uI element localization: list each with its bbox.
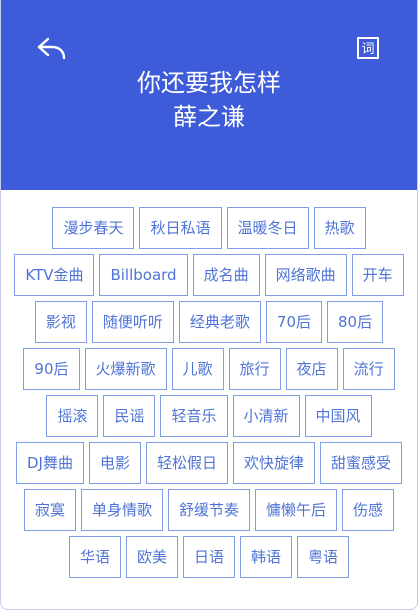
tag-button[interactable]: 电影 <box>88 442 141 484</box>
tag-button[interactable]: 小清新 <box>232 395 300 437</box>
tag-button[interactable]: Billboard <box>99 254 188 296</box>
tag-button[interactable]: 欢快旋律 <box>232 442 315 484</box>
tag-button[interactable]: 日语 <box>182 536 235 578</box>
tag-button[interactable]: 民谣 <box>103 395 156 437</box>
tag-button[interactable]: 粤语 <box>297 536 350 578</box>
tag-button[interactable]: 摇滚 <box>46 395 99 437</box>
tag-button[interactable]: 慵懒午后 <box>255 489 338 531</box>
lyrics-glyph: 词 <box>361 42 374 57</box>
tag-button[interactable]: 热歌 <box>313 207 366 249</box>
tag-button[interactable]: 旅行 <box>228 348 281 390</box>
tag-row: KTV金曲 Billboard 成名曲 网络歌曲 开车 <box>1 254 417 296</box>
tag-row: 寂寞 单身情歌 舒缓节奏 慵懒午后 伤感 <box>1 489 417 531</box>
tag-button[interactable]: 漫步春天 <box>52 207 135 249</box>
tag-button[interactable]: KTV金曲 <box>14 254 95 296</box>
song-info: 你还要我怎样 薛之谦 <box>1 66 417 134</box>
tag-button[interactable]: 成名曲 <box>192 254 260 296</box>
tag-button[interactable]: 80后 <box>327 301 384 343</box>
song-title: 你还要我怎样 <box>137 69 281 97</box>
lyrics-icon[interactable]: 词 <box>357 37 379 59</box>
tag-button[interactable]: 开车 <box>351 254 404 296</box>
tag-row: 90后 火爆新歌 儿歌 旅行 夜店 流行 <box>1 348 417 390</box>
tag-row: 影视 随便听听 经典老歌 70后 80后 <box>1 301 417 343</box>
tag-button[interactable]: 华语 <box>68 536 121 578</box>
tag-button[interactable]: 伤感 <box>342 489 395 531</box>
artist-name: 薛之谦 <box>173 103 245 131</box>
tag-button[interactable]: 甜蜜感受 <box>320 442 403 484</box>
tag-button[interactable]: 秋日私语 <box>139 207 222 249</box>
tag-button[interactable]: 经典老歌 <box>178 301 261 343</box>
tag-button[interactable]: 舒缓节奏 <box>167 489 250 531</box>
tag-button[interactable]: 夜店 <box>285 348 338 390</box>
tag-row: 漫步春天 秋日私语 温暖冬日 热歌 <box>1 207 417 249</box>
tag-button[interactable]: 随便听听 <box>91 301 174 343</box>
tag-button[interactable]: 中国风 <box>304 395 372 437</box>
tag-button[interactable]: 流行 <box>342 348 395 390</box>
tag-button[interactable]: 单身情歌 <box>80 489 163 531</box>
tag-button[interactable]: 轻音乐 <box>160 395 228 437</box>
tag-row: 华语 欧美 日语 韩语 粤语 <box>1 536 417 578</box>
tag-button[interactable]: DJ舞曲 <box>15 442 84 484</box>
tag-button[interactable]: 火爆新歌 <box>84 348 167 390</box>
song-header: 词 你还要我怎样 薛之谦 <box>1 0 417 190</box>
tag-button[interactable]: 轻松假日 <box>145 442 228 484</box>
tag-button[interactable]: 温暖冬日 <box>226 207 309 249</box>
tag-list: 漫步春天 秋日私语 温暖冬日 热歌 KTV金曲 Billboard 成名曲 网络歌曲 开车 影视随… <box>1 207 417 583</box>
tag-button[interactable]: 寂寞 <box>23 489 76 531</box>
back-icon[interactable] <box>35 34 69 64</box>
tag-button[interactable]: 儿歌 <box>171 348 224 390</box>
tag-button[interactable]: 影视 <box>34 301 87 343</box>
song-tag-panel: 词 你还要我怎样 薛之谦 漫步春天 秋日私语 温暖冬日 热歌 KTV金曲 Billboar… <box>0 0 418 610</box>
tag-button[interactable]: 网络歌曲 <box>264 254 347 296</box>
tag-button[interactable]: 韩语 <box>240 536 293 578</box>
tag-row: 摇滚 民谣 轻音乐 小清新 中国风 <box>1 395 417 437</box>
tag-button[interactable]: 90后 <box>23 348 80 390</box>
tag-button[interactable]: 欧美 <box>125 536 178 578</box>
tag-row: DJ舞曲 电影 轻松假日 欢快旋律 甜蜜感受 <box>1 442 417 484</box>
tag-button[interactable]: 70后 <box>265 301 323 343</box>
